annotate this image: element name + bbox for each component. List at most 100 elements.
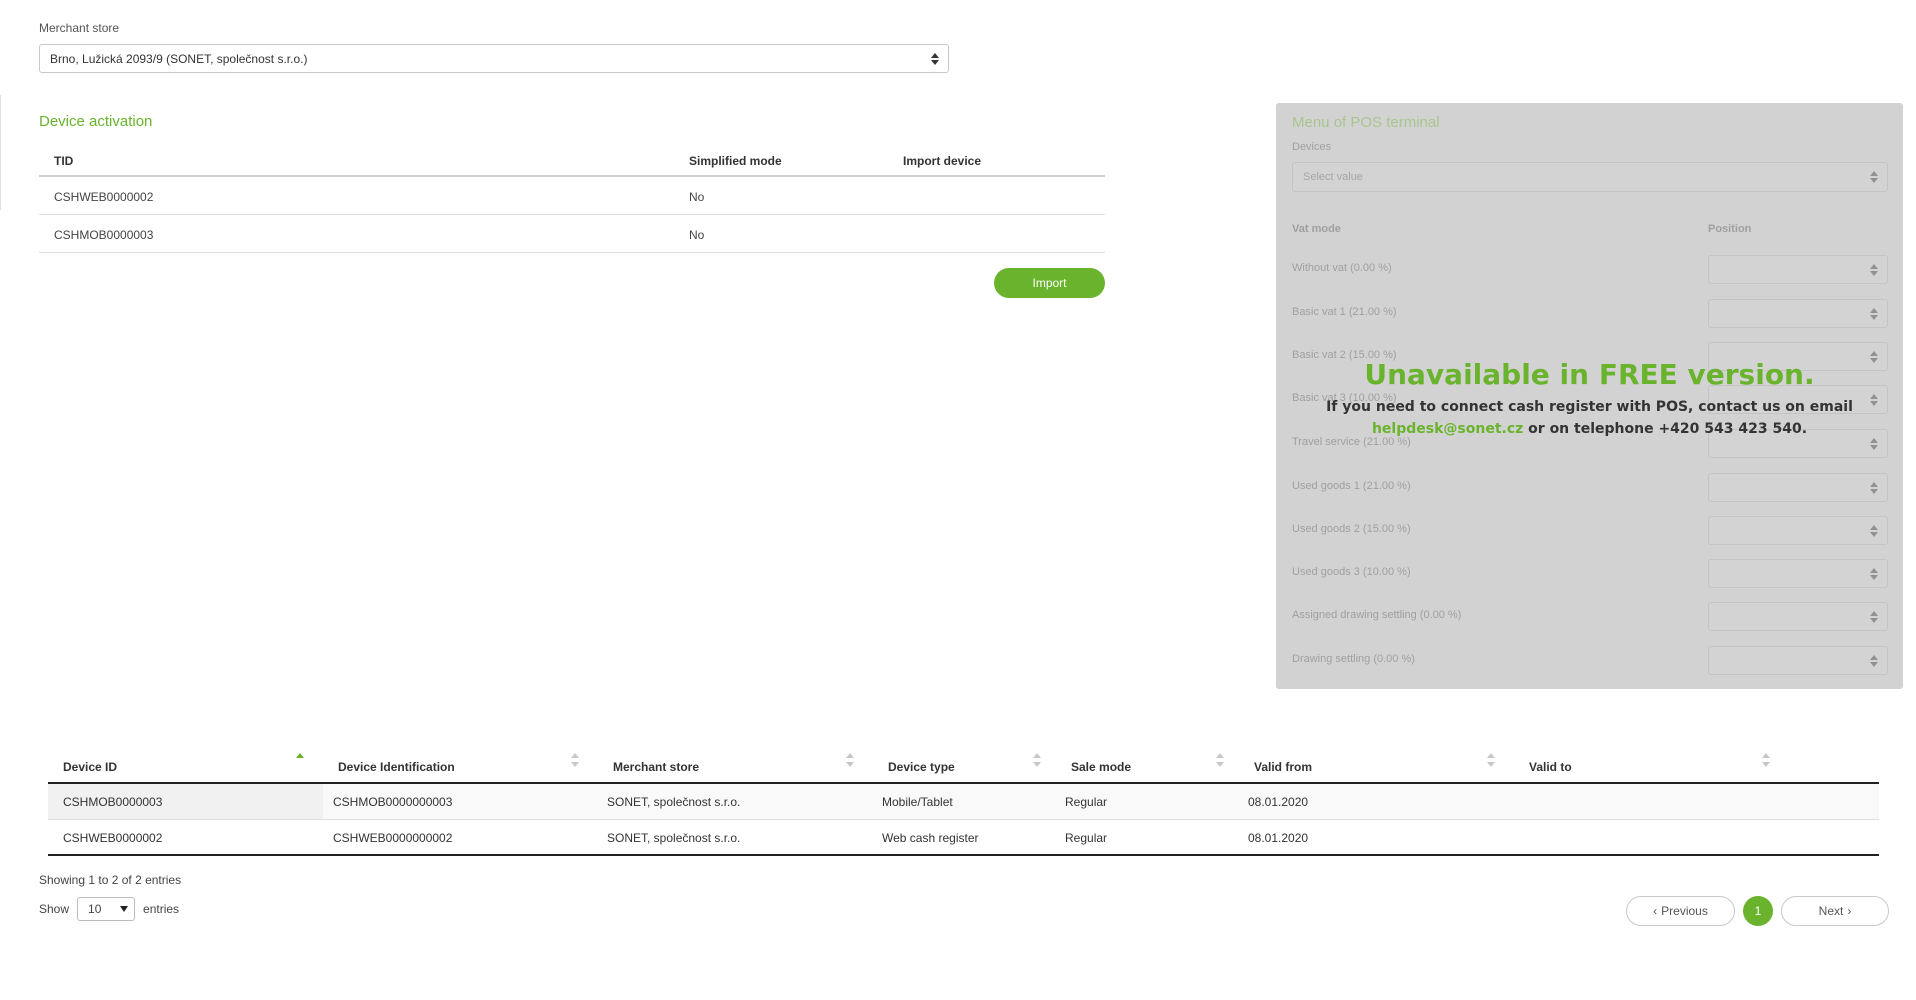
- import-button[interactable]: Import: [994, 268, 1105, 298]
- entries-label: entries: [143, 902, 180, 916]
- sort-icon: [846, 753, 854, 767]
- helpdesk-email-link[interactable]: helpdesk@sonet.cz: [1372, 421, 1523, 437]
- col-label: Device Identification: [338, 760, 455, 774]
- valid-from-cell: 08.01.2020: [1248, 795, 1309, 809]
- tid-cell: CSHMOB0000003: [54, 228, 154, 242]
- select-caret-icon: [1870, 611, 1878, 623]
- page-length-select[interactable]: 10: [77, 897, 136, 921]
- page-length-control: Show 10 entries: [39, 897, 179, 921]
- table-row: CSHMOB0000003 No: [39, 215, 1105, 253]
- device-activation-header: TID Simplified mode Import device: [39, 144, 1105, 177]
- merchant-store-value: Brno, Lužická 2093/9 (SONET, společnost …: [50, 51, 308, 66]
- device-id-cell: CSHMOB0000003: [48, 784, 323, 819]
- select-caret-icon: [1870, 568, 1878, 580]
- devices-placeholder: Select value: [1303, 171, 1363, 183]
- simplified-cell: No: [689, 190, 705, 204]
- col-simplified-mode: Simplified mode: [689, 154, 782, 168]
- col-label: Device type: [888, 760, 955, 774]
- col-label: Device ID: [63, 760, 118, 774]
- valid-from-cell: 08.01.2020: [1248, 831, 1309, 845]
- device-id-text: CSHMOB0000003: [63, 795, 163, 809]
- current-page-button[interactable]: 1: [1743, 896, 1773, 926]
- tid-cell: CSHWEB0000002: [54, 190, 154, 204]
- merchant-store-label: Merchant store: [39, 21, 120, 35]
- sort-icon: [1762, 753, 1770, 767]
- sort-icon: [1487, 753, 1495, 767]
- col-merchant-store[interactable]: Merchant store: [598, 750, 873, 784]
- select-caret-icon: [1870, 308, 1878, 320]
- store-cell: SONET, společnost s.r.o.: [607, 831, 741, 845]
- col-import-device: Import device: [903, 154, 982, 168]
- merchant-store-select[interactable]: Brno, Lužická 2093/9 (SONET, společnost …: [39, 44, 949, 73]
- show-label: Show: [39, 902, 70, 916]
- table-row: CSHWEB0000002 No: [39, 177, 1105, 215]
- chevron-left-icon: ‹: [1653, 904, 1658, 918]
- unavailable-title: Unavailable in FREE version.: [1364, 358, 1815, 391]
- position-select: [1708, 255, 1888, 284]
- sort-icon: [1216, 753, 1224, 767]
- vat-mode-header: Vat mode: [1292, 223, 1341, 235]
- position-select: [1708, 602, 1888, 631]
- sort-icon: [571, 753, 579, 767]
- position-select: [1708, 559, 1888, 588]
- simplified-cell: No: [689, 228, 705, 242]
- vat-mode-label: Used goods 1 (21.00 %): [1292, 480, 1411, 492]
- select-caret-icon: [1870, 525, 1878, 537]
- device-activation-table: TID Simplified mode Import device CSHWEB…: [39, 144, 1105, 253]
- previous-label: Previous: [1661, 904, 1708, 918]
- select-caret-icon: [1870, 482, 1878, 494]
- table-row[interactable]: CSHMOB0000003 CSHMOB0000000003 SONET, sp…: [48, 784, 1879, 820]
- identification-cell: CSHMOB0000000003: [333, 795, 453, 809]
- vat-mode-label: Drawing settling (0.00 %): [1292, 653, 1415, 665]
- select-caret-icon: [1870, 655, 1878, 667]
- chevron-right-icon: ›: [1847, 904, 1852, 918]
- type-cell: Web cash register: [882, 831, 979, 845]
- col-label: Valid to: [1529, 760, 1572, 774]
- sort-asc-icon: [296, 753, 304, 767]
- device-id-cell: CSHWEB0000002: [48, 820, 323, 854]
- devices-label: Devices: [1292, 141, 1332, 153]
- position-select: [1708, 473, 1888, 502]
- device-activation-title: Device activation: [39, 113, 153, 130]
- position-select: [1708, 646, 1888, 675]
- pos-menu-title: Menu of POS terminal: [1292, 114, 1440, 131]
- unavailable-message: If you need to connect cash register wit…: [1276, 396, 1903, 440]
- type-cell: Mobile/Tablet: [882, 795, 953, 809]
- col-label: Sale mode: [1071, 760, 1132, 774]
- previous-page-button[interactable]: ‹ Previous: [1626, 896, 1735, 926]
- position-header: Position: [1708, 223, 1752, 235]
- table-row[interactable]: CSHWEB0000002 CSHWEB0000000002 SONET, sp…: [48, 820, 1879, 856]
- unavailable-line-2: helpdesk@sonet.cz or on telephone +420 5…: [1276, 418, 1903, 440]
- position-select: [1708, 516, 1888, 545]
- unavailable-line-1: If you need to connect cash register wit…: [1326, 399, 1853, 415]
- col-valid-to[interactable]: Valid to: [1514, 750, 1789, 784]
- col-label: Valid from: [1254, 760, 1313, 774]
- col-device-type[interactable]: Device type: [873, 750, 1056, 784]
- sale-mode-cell: Regular: [1065, 831, 1108, 845]
- page-length-value: 10: [88, 902, 102, 916]
- select-caret-icon: [1870, 171, 1878, 183]
- store-cell: SONET, společnost s.r.o.: [607, 795, 741, 809]
- devices-select: Select value: [1292, 162, 1888, 192]
- devices-table: Device ID Device Identification Merchant…: [48, 750, 1879, 856]
- vat-mode-label: Without vat (0.00 %): [1292, 262, 1392, 274]
- col-device-id[interactable]: Device ID: [48, 750, 323, 784]
- device-id-text: CSHWEB0000002: [63, 831, 163, 845]
- next-label: Next: [1818, 904, 1844, 918]
- vat-mode-label: Used goods 3 (10.00 %): [1292, 566, 1411, 578]
- col-sale-mode[interactable]: Sale mode: [1056, 750, 1239, 784]
- left-divider: [0, 95, 1, 210]
- col-valid-from[interactable]: Valid from: [1239, 750, 1514, 784]
- sort-icon: [1033, 753, 1041, 767]
- next-page-button[interactable]: Next ›: [1781, 896, 1889, 926]
- col-label: Merchant store: [613, 760, 700, 774]
- position-select: [1708, 299, 1888, 328]
- col-device-identification[interactable]: Device Identification: [323, 750, 598, 784]
- identification-cell: CSHWEB0000000002: [333, 831, 453, 845]
- dropdown-arrow-icon: [120, 906, 129, 912]
- sale-mode-cell: Regular: [1065, 795, 1108, 809]
- table-info: Showing 1 to 2 of 2 entries: [39, 873, 182, 887]
- col-tid: TID: [54, 154, 74, 168]
- telephone-text: or on telephone +420 543 423 540.: [1523, 421, 1808, 437]
- vat-mode-label: Used goods 2 (15.00 %): [1292, 523, 1411, 535]
